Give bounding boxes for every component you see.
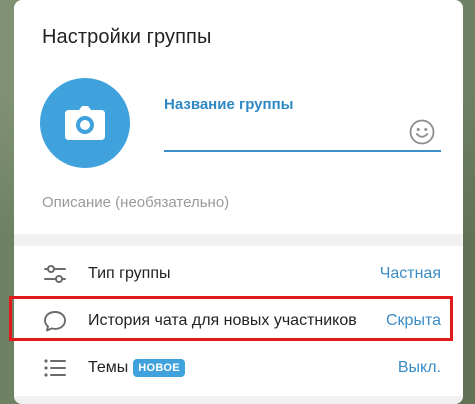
list-icon <box>42 355 68 381</box>
group-name-label: Название группы <box>164 96 294 113</box>
group-settings-dialog: Настройки группы Название группы Описани… <box>14 0 463 404</box>
dialog-title: Настройки группы <box>42 26 212 48</box>
smile-icon <box>409 119 435 145</box>
new-badge: НОВОЕ <box>133 359 185 377</box>
group-name-underline <box>164 150 441 152</box>
group-type-row[interactable]: Тип группы Частная <box>14 251 463 297</box>
camera-icon <box>65 106 105 140</box>
topics-label-wrap: Темы НОВОЕ <box>88 359 185 377</box>
sliders-icon <box>42 261 68 287</box>
topics-row[interactable]: Темы НОВОЕ Выкл. <box>14 345 463 391</box>
bottom-separator <box>14 396 463 404</box>
group-type-label: Тип группы <box>88 265 171 282</box>
topics-value: Выкл. <box>397 359 441 376</box>
group-name-input[interactable] <box>164 118 408 146</box>
description-input[interactable]: Описание (необязательно) <box>42 194 229 211</box>
group-type-value: Частная <box>379 265 441 282</box>
group-avatar-button[interactable] <box>40 78 130 168</box>
highlight-box <box>9 296 453 341</box>
emoji-button[interactable] <box>408 118 436 146</box>
section-separator <box>14 234 463 246</box>
topics-label: Темы <box>88 359 129 376</box>
